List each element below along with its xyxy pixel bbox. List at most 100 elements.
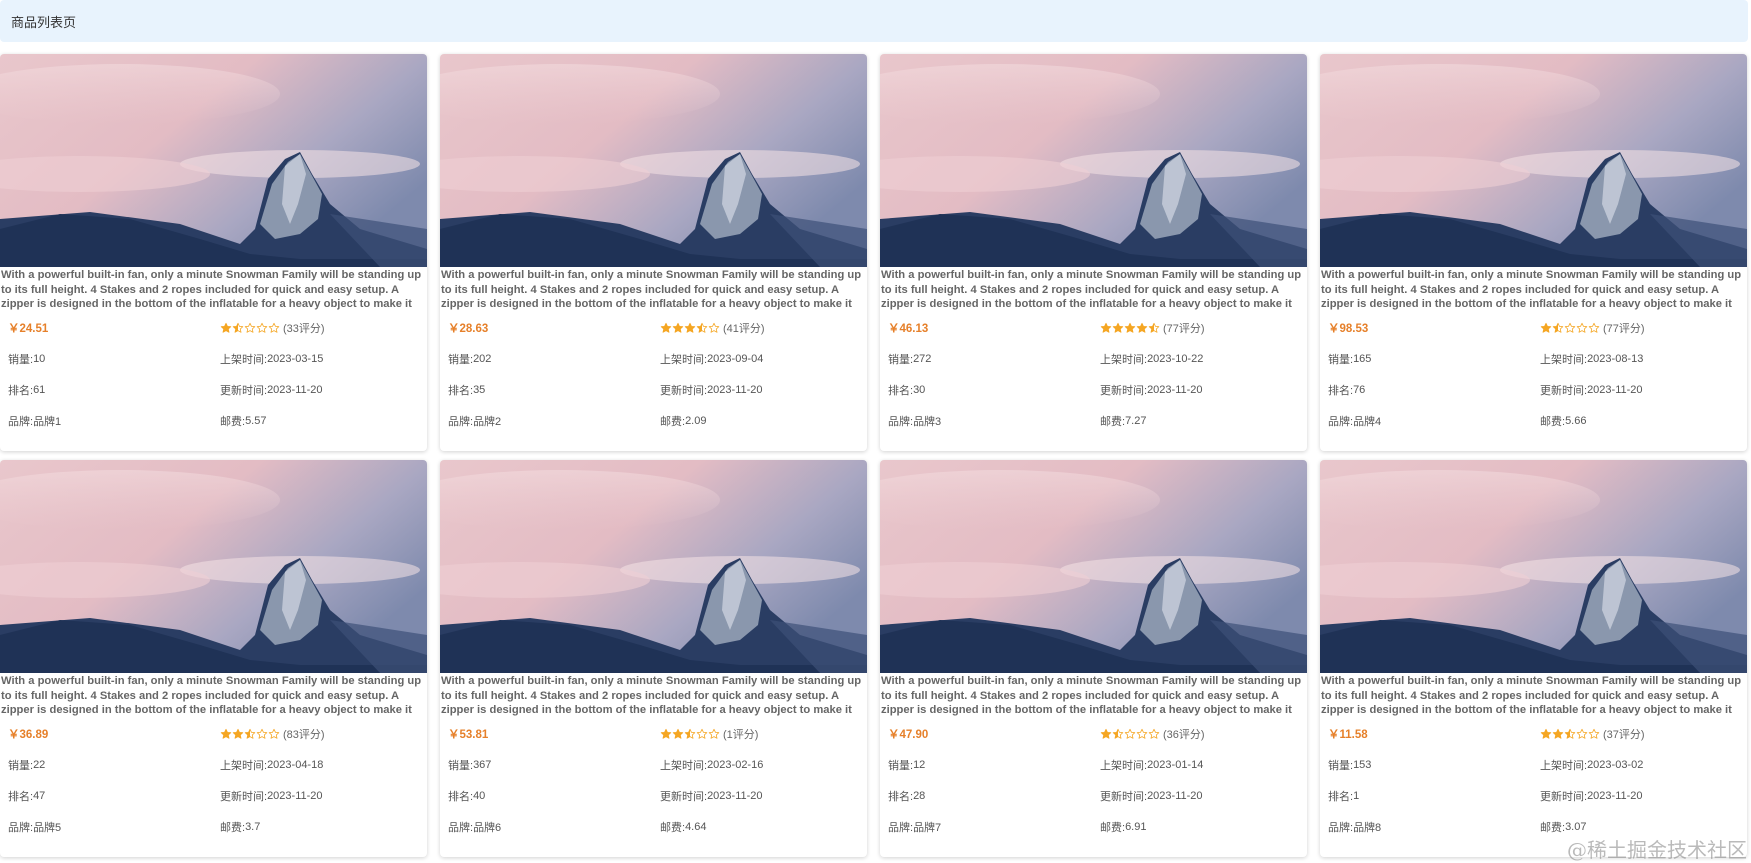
price-cell: ￥53.81: [440, 718, 653, 749]
product-card[interactable]: With a powerful built-in fan, only a min…: [440, 460, 867, 857]
product-info: ￥46.13 (77评分) 销量: 272 上架时间: 2023-10-22 排…: [880, 311, 1307, 436]
product-card[interactable]: With a powerful built-in fan, only a min…: [880, 460, 1307, 857]
price-cell: ￥24.51: [0, 312, 213, 343]
star-full-icon: [660, 728, 672, 739]
rating-stars: [1540, 322, 1600, 334]
product-info: ￥11.58 (37评分) 销量: 153 上架时间: 2023-03-02 排…: [1320, 717, 1747, 842]
brand-label: 品牌:: [888, 415, 914, 428]
product-card[interactable]: With a powerful built-in fan, only a min…: [440, 54, 867, 451]
listed-label: 上架时间:: [1540, 759, 1588, 772]
rank-value: 30: [913, 383, 926, 396]
rank-cell: 排名: 61: [0, 374, 213, 405]
updated-cell: 更新时间: 2023-11-20: [653, 374, 867, 405]
sales-value: 367: [473, 758, 492, 771]
price-cell: ￥47.90: [880, 718, 1093, 749]
listed-label: 上架时间:: [1540, 353, 1588, 366]
product-image[interactable]: [0, 54, 427, 267]
shipping-label: 邮费:: [220, 821, 246, 834]
updated-label: 更新时间:: [660, 790, 708, 803]
updated-label: 更新时间:: [220, 790, 268, 803]
star-full-icon: [684, 322, 696, 333]
brand-label: 品牌:: [8, 415, 34, 428]
sales-cell: 销量: 22: [0, 749, 213, 780]
rank-label: 排名:: [448, 790, 474, 803]
product-card[interactable]: With a powerful built-in fan, only a min…: [1320, 460, 1747, 857]
updated-value: 2023-11-20: [707, 383, 763, 396]
star-empty-icon: [708, 322, 720, 333]
shipping-value: 3.7: [245, 820, 261, 833]
product-image[interactable]: [440, 54, 867, 267]
rating-stars: [660, 728, 720, 740]
listed-cell: 上架时间: 2023-08-13: [1533, 343, 1747, 374]
product-image[interactable]: [1320, 54, 1747, 267]
product-description: With a powerful built-in fan, only a min…: [441, 675, 862, 716]
shipping-cell: 邮费: 5.66: [1533, 405, 1747, 436]
product-grid: With a powerful built-in fan, only a min…: [0, 54, 1748, 857]
price-cell: ￥46.13: [880, 312, 1093, 343]
updated-label: 更新时间:: [1540, 790, 1588, 803]
star-full-icon: [220, 322, 232, 333]
rating-stars: [1540, 728, 1600, 740]
product-card[interactable]: With a powerful built-in fan, only a min…: [1320, 54, 1747, 451]
rank-value: 76: [1353, 383, 1366, 396]
page-header: 商品列表页: [0, 0, 1748, 42]
star-empty-icon: [1124, 728, 1136, 739]
product-description: With a powerful built-in fan, only a min…: [881, 269, 1302, 310]
product-image[interactable]: [0, 460, 427, 673]
rank-cell: 排名: 76: [1320, 374, 1533, 405]
product-card[interactable]: With a powerful built-in fan, only a min…: [880, 54, 1307, 451]
brand-cell: 品牌: 品牌2: [440, 405, 653, 436]
sales-value: 202: [473, 352, 492, 365]
product-card[interactable]: With a powerful built-in fan, only a min…: [0, 460, 427, 857]
shipping-label: 邮费:: [1540, 821, 1566, 834]
shipping-cell: 邮费: 3.7: [213, 811, 427, 842]
product-description: With a powerful built-in fan, only a min…: [441, 269, 862, 310]
rank-cell: 排名: 35: [440, 374, 653, 405]
watermark: @稀土掘金技术社区: [1567, 838, 1747, 862]
star-empty-icon: [708, 728, 720, 739]
updated-label: 更新时间:: [1100, 384, 1148, 397]
listed-cell: 上架时间: 2023-01-14: [1093, 749, 1307, 780]
listed-value: 2023-09-04: [707, 352, 764, 365]
shipping-cell: 邮费: 4.64: [653, 811, 867, 842]
updated-cell: 更新时间: 2023-11-20: [1093, 374, 1307, 405]
listed-cell: 上架时间: 2023-04-18: [213, 749, 427, 780]
rank-cell: 排名: 40: [440, 780, 653, 811]
sales-label: 销量:: [448, 353, 474, 366]
product-price: ￥28.63: [448, 322, 489, 335]
brand-label: 品牌:: [888, 821, 914, 834]
rating-count: (83评分): [283, 728, 325, 741]
product-price: ￥53.81: [448, 728, 489, 741]
shipping-label: 邮费:: [660, 821, 686, 834]
product-description: With a powerful built-in fan, only a min…: [1321, 675, 1742, 716]
product-price: ￥46.13: [888, 322, 929, 335]
rank-label: 排名:: [1328, 384, 1354, 397]
rating-cell: (83评分): [213, 718, 427, 749]
brand-value: 品牌8: [1353, 821, 1382, 834]
star-half-icon: [1552, 322, 1564, 333]
product-card[interactable]: With a powerful built-in fan, only a min…: [0, 54, 427, 451]
shipping-value: 6.91: [1125, 820, 1147, 833]
product-info: ￥36.89 (83评分) 销量: 22 上架时间: 2023-04-18 排名…: [0, 717, 427, 842]
product-image[interactable]: [880, 460, 1307, 673]
brand-cell: 品牌: 品牌5: [0, 811, 213, 842]
updated-value: 2023-11-20: [1147, 383, 1203, 396]
product-image[interactable]: [880, 54, 1307, 267]
rank-cell: 排名: 1: [1320, 780, 1533, 811]
sales-value: 12: [913, 758, 926, 771]
star-full-icon: [1100, 728, 1112, 739]
price-cell: ￥36.89: [0, 718, 213, 749]
star-full-icon: [1100, 322, 1112, 333]
listed-cell: 上架时间: 2023-10-22: [1093, 343, 1307, 374]
product-image[interactable]: [1320, 460, 1747, 673]
updated-label: 更新时间:: [1540, 384, 1588, 397]
product-info: ￥28.63 (41评分) 销量: 202 上架时间: 2023-09-04 排…: [440, 311, 867, 436]
updated-cell: 更新时间: 2023-11-20: [1533, 780, 1747, 811]
listed-cell: 上架时间: 2023-03-15: [213, 343, 427, 374]
product-image[interactable]: [440, 460, 867, 673]
sales-label: 销量:: [1328, 353, 1354, 366]
star-empty-icon: [268, 728, 280, 739]
listed-label: 上架时间:: [220, 353, 268, 366]
rank-value: 28: [913, 789, 926, 802]
rank-cell: 排名: 47: [0, 780, 213, 811]
